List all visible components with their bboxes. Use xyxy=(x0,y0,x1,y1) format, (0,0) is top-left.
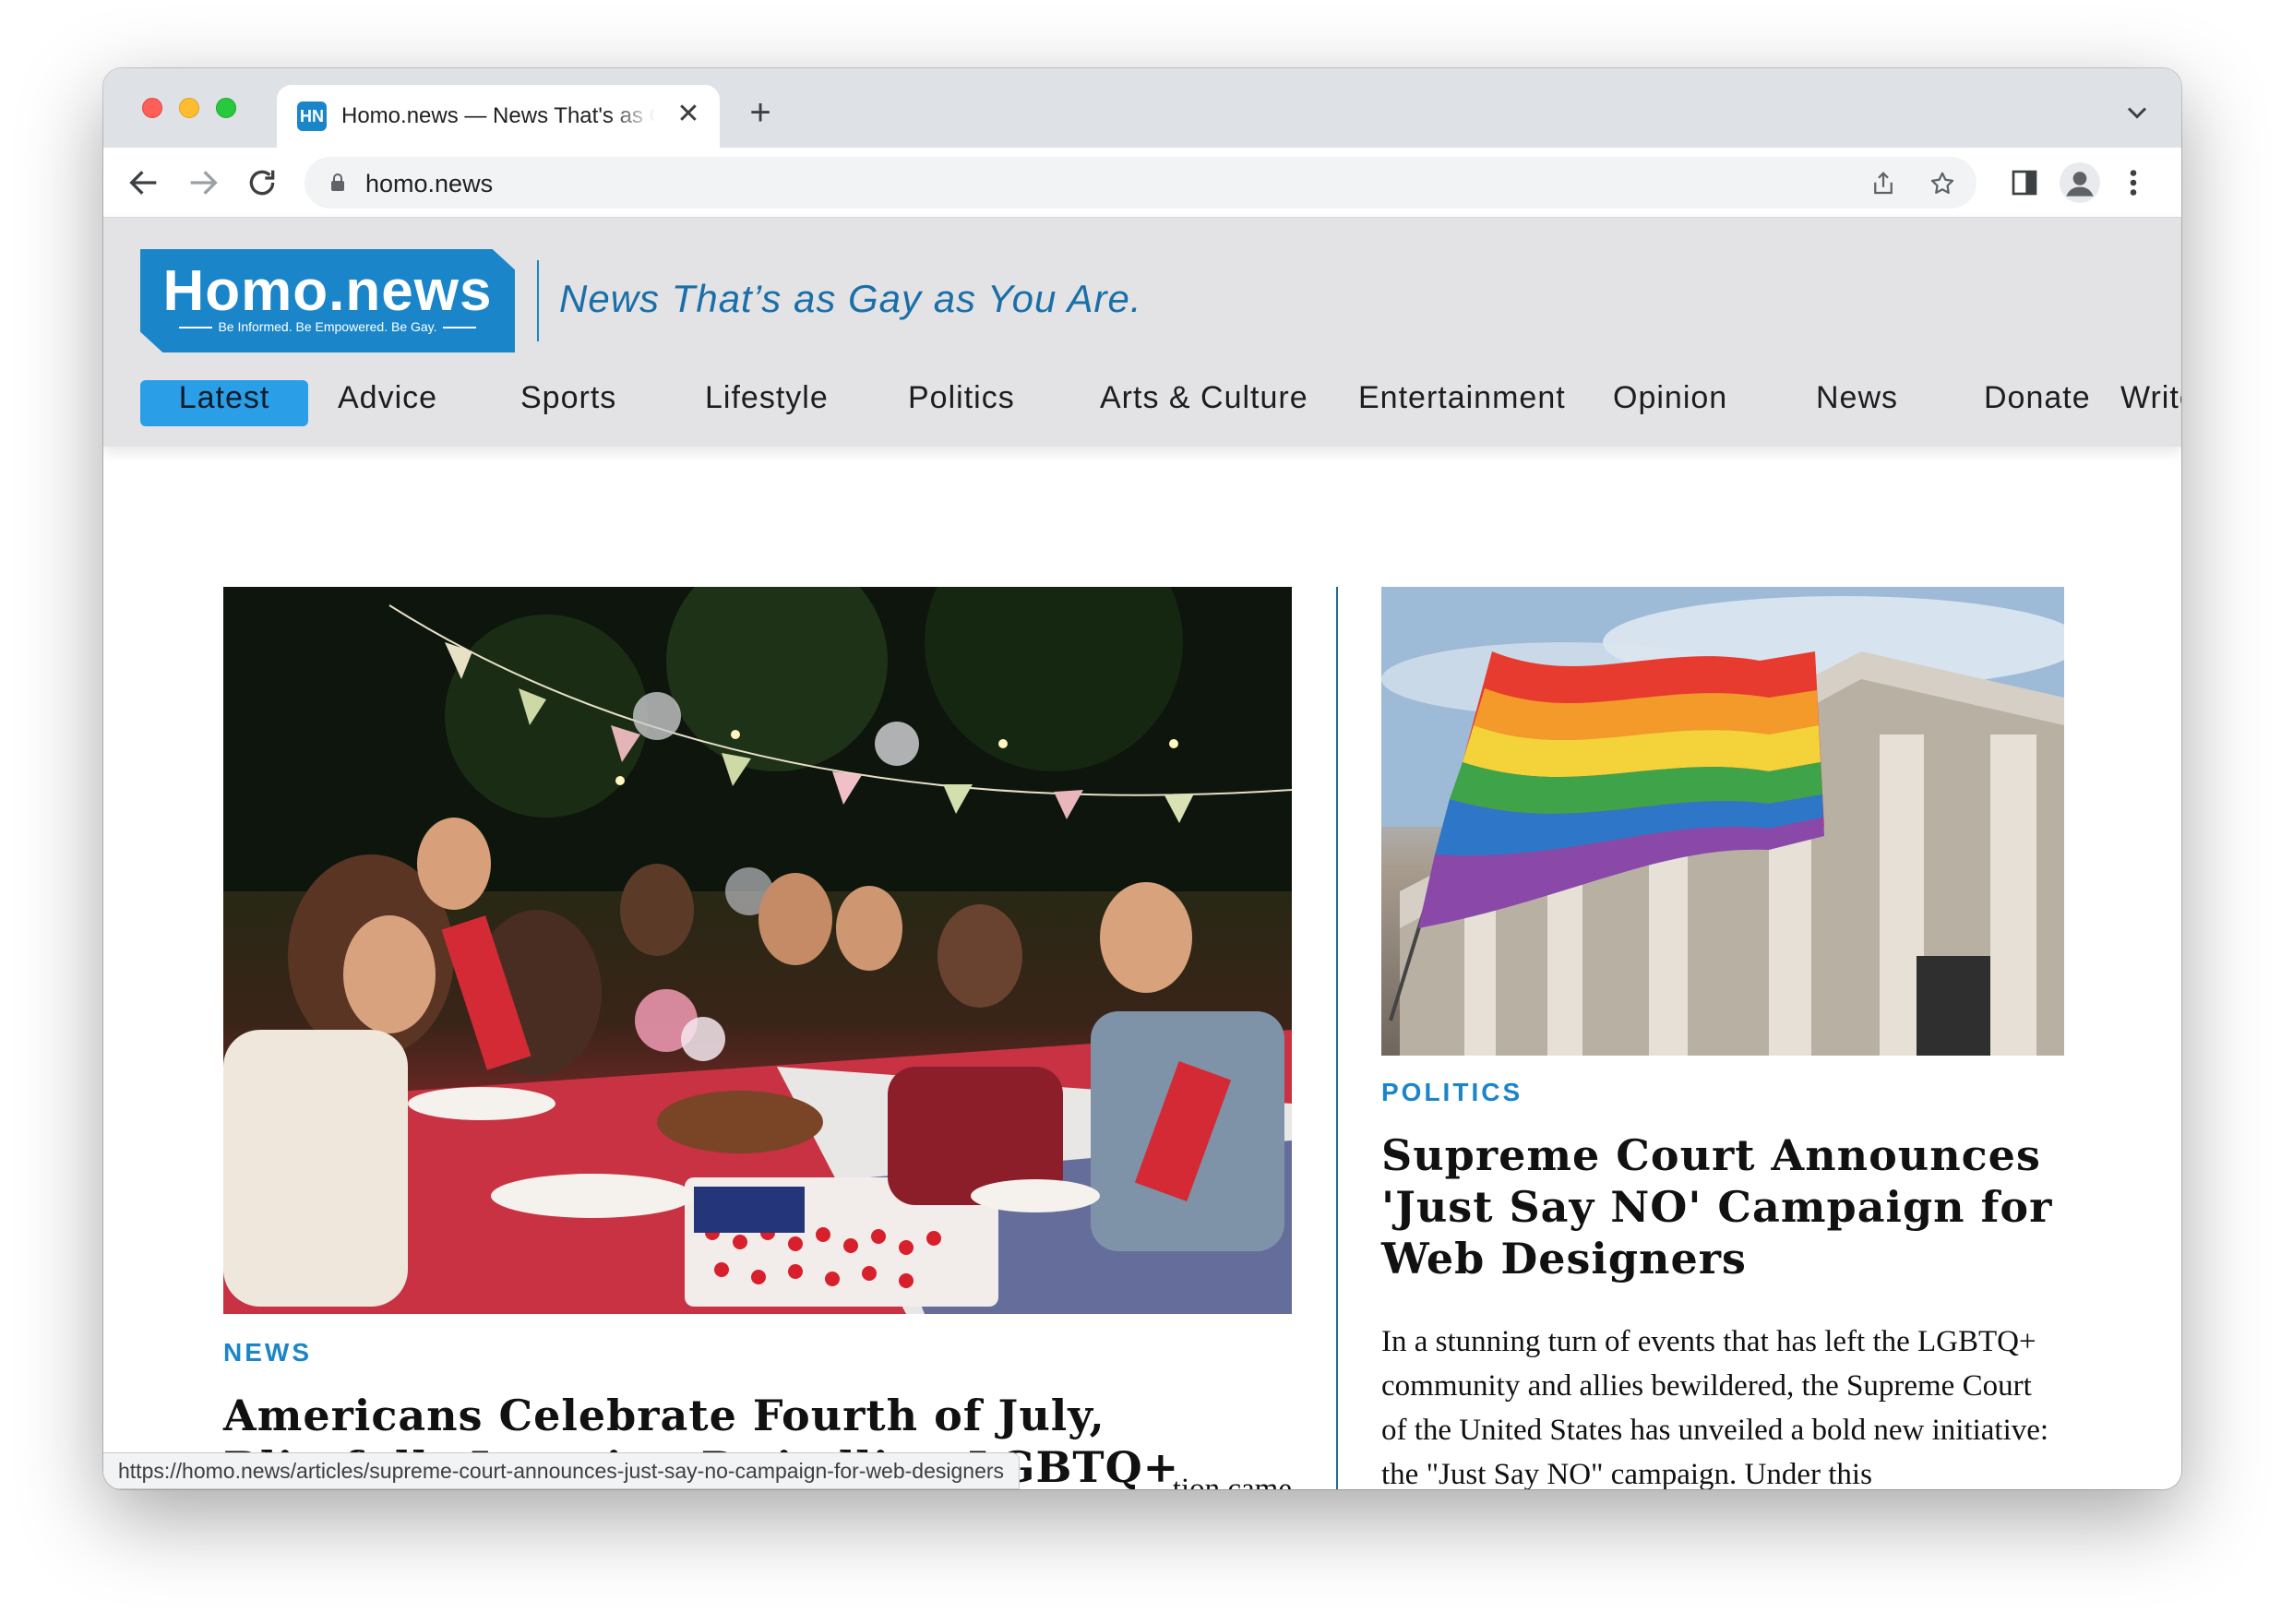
forward-button[interactable] xyxy=(185,164,221,201)
nav-lifestyle[interactable]: Lifestyle xyxy=(705,380,829,426)
nav-advice[interactable]: Advice xyxy=(338,380,437,426)
tab-search-icon[interactable] xyxy=(2120,96,2154,129)
arrow-right-icon xyxy=(190,171,218,195)
nav-donate[interactable]: Donate xyxy=(1984,380,2091,426)
share-icon[interactable] xyxy=(1869,170,1897,197)
tab-title: Homo.news — News That's as Gay as You Ar… xyxy=(341,103,655,128)
address-bar[interactable]: homo.news xyxy=(305,157,1976,209)
link-status-bar: https://homo.news/articles/supreme-court… xyxy=(103,1452,1021,1489)
article-image-rainbow-flag[interactable] xyxy=(1381,587,2064,1056)
browser-window: HN Homo.news — News That's as Gay as You… xyxy=(103,68,2181,1489)
site-tagline: News That’s as Gay as You Are. xyxy=(559,277,1142,320)
logo-text: Homo.news xyxy=(162,259,493,323)
new-tab-button[interactable]: + xyxy=(740,92,781,133)
nav-opinion[interactable]: Opinion xyxy=(1613,380,1727,426)
nav-sports[interactable]: Sports xyxy=(520,380,616,426)
reload-button[interactable] xyxy=(244,164,281,201)
browser-tab[interactable]: HN Homo.news — News That's as Gay as You… xyxy=(277,85,720,148)
back-button[interactable] xyxy=(125,164,162,201)
reload-icon xyxy=(249,170,275,196)
header-divider xyxy=(537,260,539,341)
logo-tagline: Be Informed. Be Empowered. Be Gay. xyxy=(140,319,515,334)
site-logo[interactable]: Homo.news Be Informed. Be Empowered. Be … xyxy=(140,249,515,352)
column-divider xyxy=(1336,587,1338,1489)
nav-latest[interactable]: Latest xyxy=(140,380,308,426)
minimize-window-button[interactable] xyxy=(179,98,199,118)
close-tab-icon[interactable]: ✕ xyxy=(672,98,705,131)
nav-politics[interactable]: Politics xyxy=(908,380,1015,426)
lock-icon xyxy=(331,173,344,191)
site-header: Homo.news Be Informed. Be Empowered. Be … xyxy=(103,218,2181,447)
nav-write-for-us[interactable]: Write for Us! xyxy=(2120,380,2181,426)
article-headline-supreme-court[interactable]: Supreme Court Announces 'Just Say NO' Ca… xyxy=(1381,1129,2064,1284)
article-category-news[interactable]: NEWS xyxy=(223,1338,312,1367)
nav-news[interactable]: News xyxy=(1816,380,1898,426)
profile-avatar-icon[interactable] xyxy=(2060,162,2100,203)
article-image-fourth-of-july[interactable] xyxy=(223,587,1292,1314)
close-window-button[interactable] xyxy=(142,98,162,118)
arrow-left-icon xyxy=(129,171,157,195)
nav-entertainment[interactable]: Entertainment xyxy=(1358,380,1566,426)
article-excerpt-supreme-court: In a stunning turn of events that has le… xyxy=(1381,1325,2049,1489)
bookmark-star-icon[interactable] xyxy=(1929,170,1956,197)
browser-toolbar: homo.news xyxy=(103,148,2181,218)
tab-strip: HN Homo.news — News That's as Gay as You… xyxy=(103,68,2181,148)
maximize-window-button[interactable] xyxy=(216,98,236,118)
url-text: homo.news xyxy=(365,170,494,197)
nav-arts-culture[interactable]: Arts & Culture xyxy=(1100,380,1308,426)
main-navigation: Latest Advice Sports Lifestyle Politics … xyxy=(140,380,2181,428)
favicon-icon: HN xyxy=(297,102,327,131)
article-category-politics[interactable]: POLITICS xyxy=(1381,1078,1523,1107)
kebab-menu-icon[interactable] xyxy=(2124,166,2143,199)
page-content: NEWS Americans Celebrate Fourth of July,… xyxy=(103,447,2181,1489)
side-panel-icon[interactable] xyxy=(2010,168,2039,197)
